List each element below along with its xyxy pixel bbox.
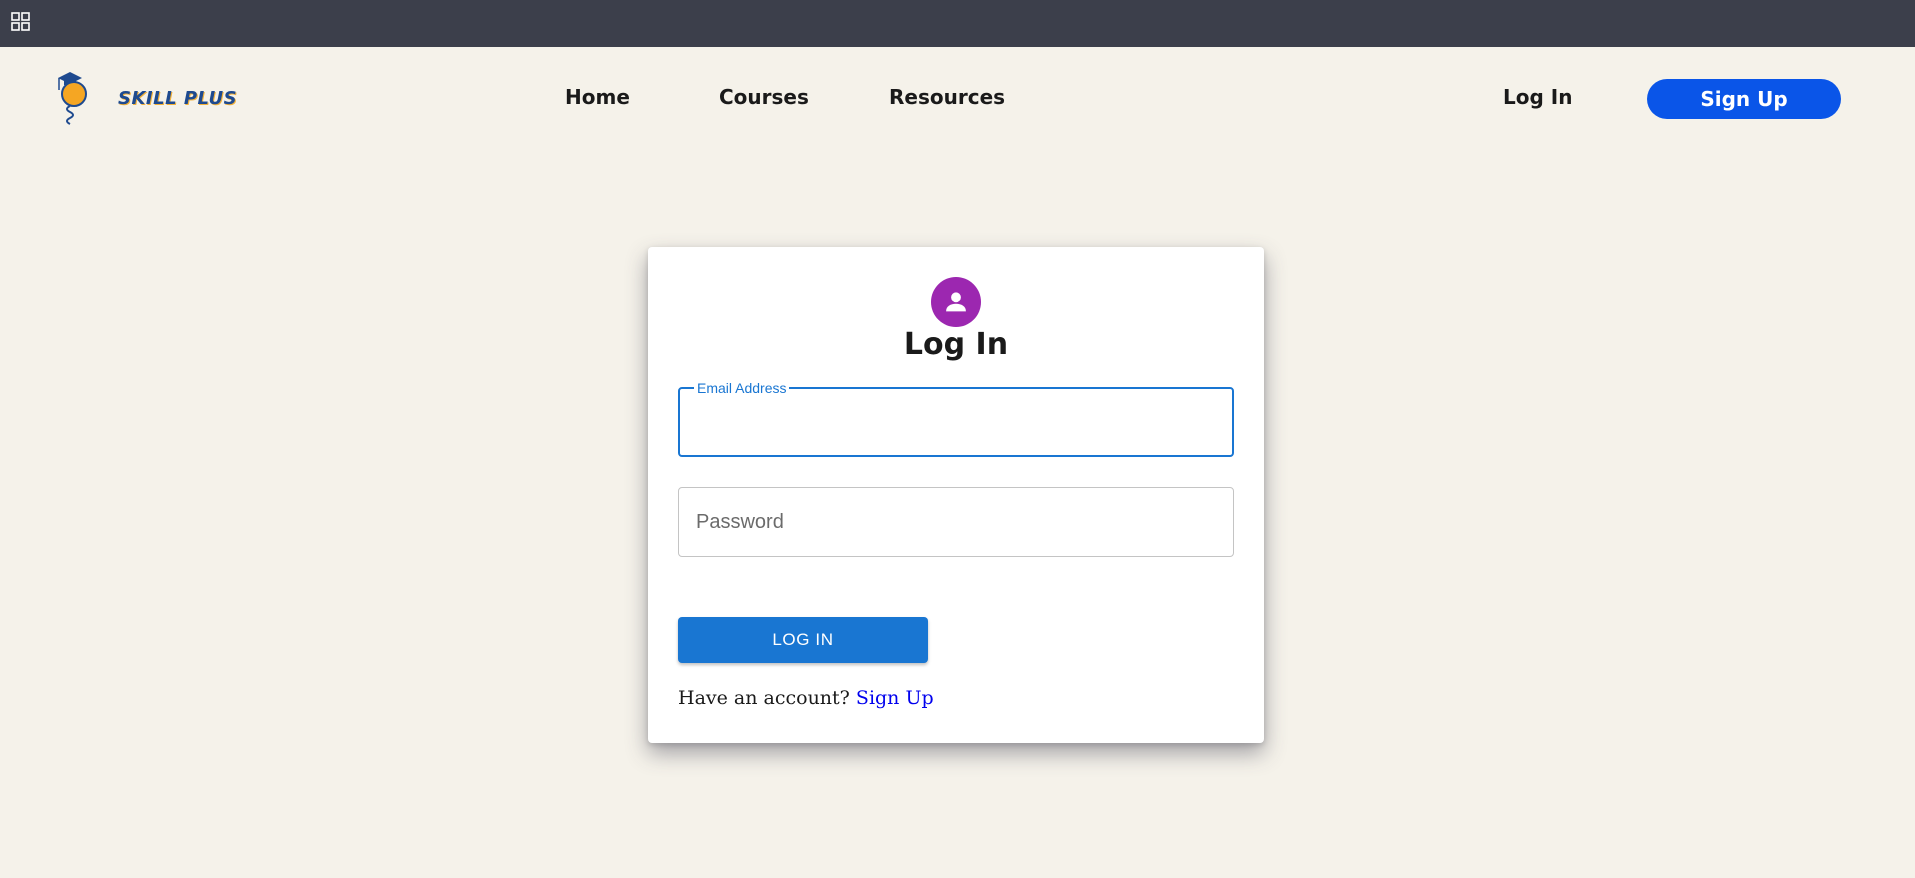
signup-prompt: Have an account? Sign Up	[678, 687, 934, 709]
site-header: SKILL PLUS Home Courses Resources Log In…	[0, 47, 1915, 152]
email-field: Email Address	[678, 380, 1234, 457]
signup-link[interactable]: Sign Up	[856, 687, 934, 709]
person-icon	[946, 292, 966, 312]
signup-prompt-text: Have an account?	[678, 687, 850, 709]
password-field	[678, 487, 1234, 557]
nav-home[interactable]: Home	[565, 85, 630, 109]
avatar	[931, 277, 981, 327]
login-submit-button[interactable]: LOG IN	[678, 617, 928, 663]
grid-icon[interactable]	[11, 12, 30, 31]
browser-topbar	[0, 0, 1915, 47]
nav-courses[interactable]: Courses	[719, 85, 809, 109]
login-title: Log In	[903, 327, 1009, 362]
header-login-link[interactable]: Log In	[1503, 85, 1572, 109]
login-card: Log In Email Address LOG IN Have an acco…	[648, 247, 1264, 743]
brand-name: SKILL PLUS	[118, 87, 238, 109]
email-input[interactable]	[680, 389, 1232, 455]
header-signup-button[interactable]: Sign Up	[1647, 79, 1841, 119]
brand-logo[interactable]: SKILL PLUS	[52, 68, 237, 128]
lightbulb-graduation-cap-logo	[58, 72, 87, 125]
password-input[interactable]	[679, 488, 1233, 556]
nav-resources[interactable]: Resources	[889, 85, 1005, 109]
